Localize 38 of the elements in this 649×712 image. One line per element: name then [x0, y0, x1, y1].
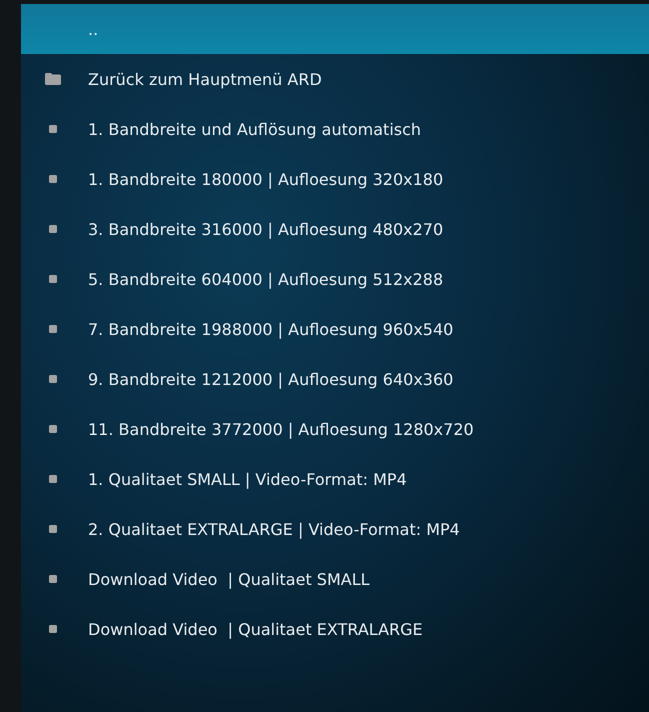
- bullet-icon: [49, 575, 57, 583]
- list-item[interactable]: 9. Bandbreite 1212000 | Aufloesung 640x360: [21, 354, 649, 404]
- selected-list-item[interactable]: ..: [21, 4, 649, 54]
- bullet-icon: [49, 175, 57, 183]
- list-item[interactable]: Download Video | Qualitaet EXTRALARGE: [21, 604, 649, 654]
- item-label: 7. Bandbreite 1988000 | Aufloesung 960x540: [88, 320, 454, 338]
- list-item[interactable]: 3. Bandbreite 316000 | Aufloesung 480x270: [21, 204, 649, 254]
- list-item[interactable]: 1. Qualitaet SMALL | Video-Format: MP4: [21, 454, 649, 504]
- list-item[interactable]: 7. Bandbreite 1988000 | Aufloesung 960x540: [21, 304, 649, 354]
- bullet-icon: [49, 275, 57, 283]
- bullet-icon: [49, 325, 57, 333]
- list-item[interactable]: Zurück zum Hauptmenü ARD: [21, 54, 649, 104]
- list-item[interactable]: Download Video | Qualitaet SMALL: [21, 554, 649, 604]
- list-item[interactable]: 1. Bandbreite 180000 | Aufloesung 320x180: [21, 154, 649, 204]
- list-item[interactable]: 1. Bandbreite und Auflösung automatisch: [21, 104, 649, 154]
- item-label: 1. Qualitaet SMALL | Video-Format: MP4: [88, 470, 407, 488]
- item-label: 2. Qualitaet EXTRALARGE | Video-Format: MP4: [88, 520, 460, 538]
- item-label: Download Video | Qualitaet EXTRALARGE: [88, 620, 423, 638]
- list-item[interactable]: 5. Bandbreite 604000 | Aufloesung 512x288: [21, 254, 649, 304]
- bullet-icon: [49, 225, 57, 233]
- bullet-icon: [49, 425, 57, 433]
- item-label: Download Video | Qualitaet SMALL: [88, 570, 370, 588]
- item-label: 9. Bandbreite 1212000 | Aufloesung 640x360: [88, 370, 454, 388]
- bullet-icon: [49, 475, 57, 483]
- item-label: 1. Bandbreite und Auflösung automatisch: [88, 120, 422, 138]
- bullet-icon: [49, 525, 57, 533]
- bullet-icon: [49, 125, 57, 133]
- bullet-icon: [49, 625, 57, 633]
- item-label: 3. Bandbreite 316000 | Aufloesung 480x270: [88, 220, 444, 238]
- bullet-icon: [49, 375, 57, 383]
- list-item[interactable]: 11. Bandbreite 3772000 | Aufloesung 1280x720: [21, 404, 649, 454]
- item-label: 11. Bandbreite 3772000 | Aufloesung 1280x720: [88, 420, 474, 438]
- folder-icon: [45, 73, 61, 85]
- item-label: 1. Bandbreite 180000 | Aufloesung 320x180: [88, 170, 444, 188]
- item-label: Zurück zum Hauptmenü ARD: [88, 70, 322, 88]
- item-label: 5. Bandbreite 604000 | Aufloesung 512x288: [88, 270, 444, 288]
- item-label: ..: [88, 20, 98, 38]
- list-item[interactable]: 2. Qualitaet EXTRALARGE | Video-Format: MP4: [21, 504, 649, 554]
